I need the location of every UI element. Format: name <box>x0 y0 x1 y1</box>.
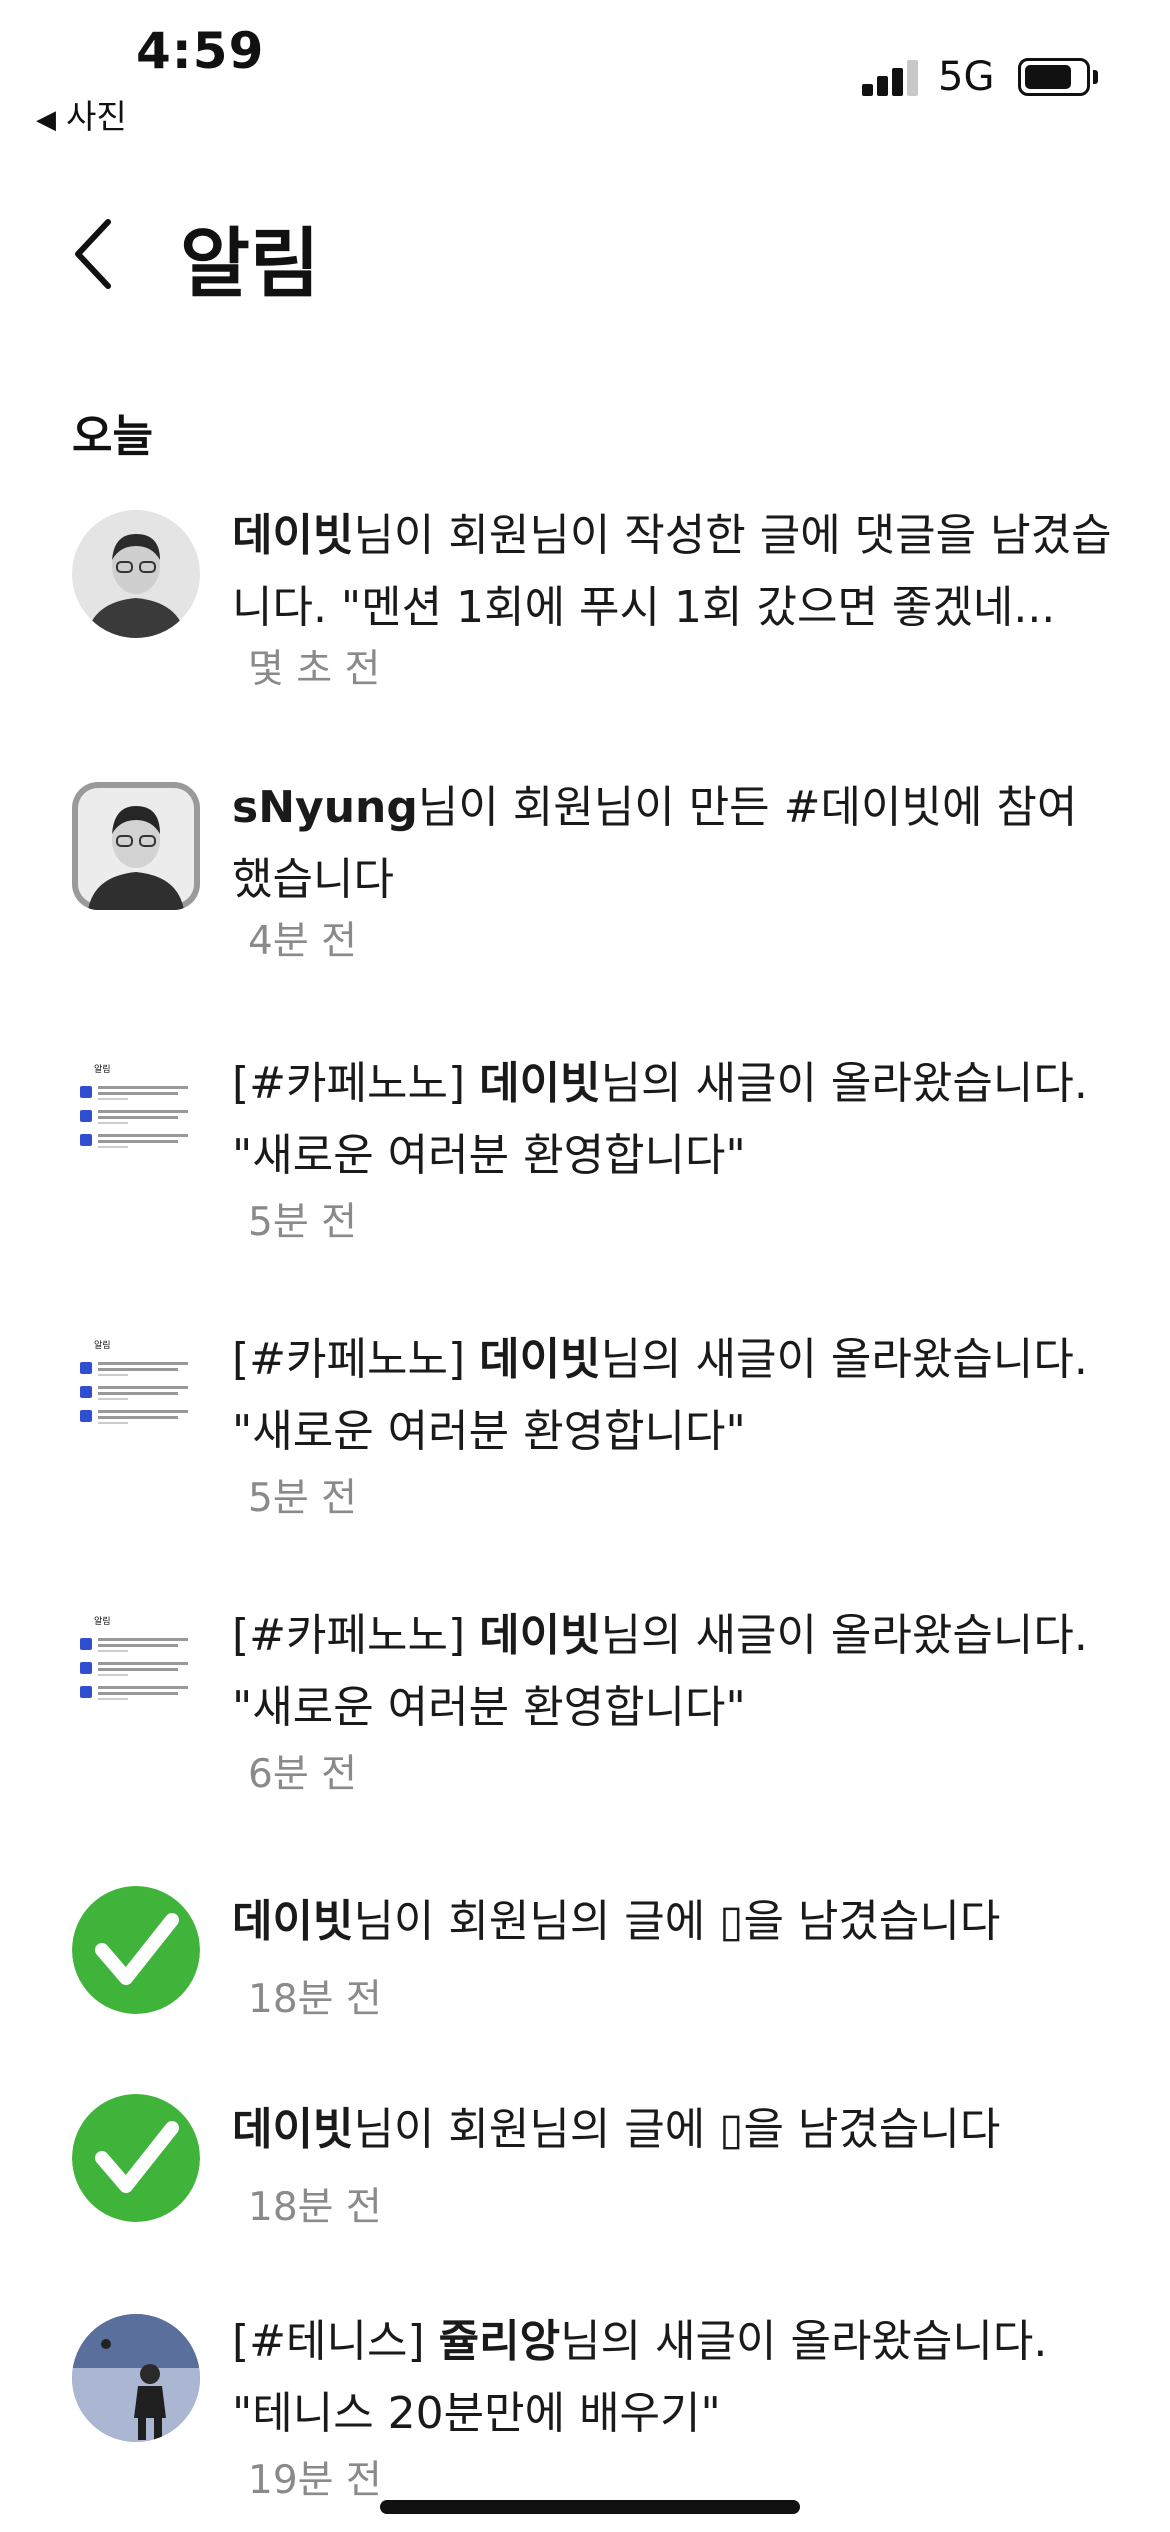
network-type: 5G <box>938 54 995 100</box>
section-label-today: 오늘 <box>72 411 153 462</box>
notification-time: 19분 전 <box>248 2458 382 2503</box>
screenshot-thumbnail: 알림 <box>72 1334 200 1462</box>
notification-time: 5분 전 <box>248 1476 357 1521</box>
screenshot-thumbnail-graphic: 알림 <box>80 1063 188 1148</box>
notification-text: [#카페노노] 데이빗님의 새글이 올라왔습니다. "새로운 여러분 환영합니다… <box>232 1058 1088 1181</box>
page-title: 알림 <box>180 219 320 308</box>
notification-text: [#테니스] 쥴리앙님의 새글이 올라왔습니다. "테니스 20분만에 배우기" <box>232 2316 1048 2439</box>
avatar <box>72 2094 200 2222</box>
screenshot-thumbnail: 알림 <box>72 1610 200 1738</box>
notification-time: 4분 전 <box>248 919 357 964</box>
notification-time: 6분 전 <box>248 1752 357 1797</box>
back-to-app-label: 사진 <box>66 97 127 136</box>
tennis-photo-icon <box>72 2314 200 2442</box>
status-bar: 4:59 ◀ 사진 5G <box>0 0 1170 140</box>
battery-icon <box>1018 58 1090 96</box>
back-button[interactable] <box>66 214 126 294</box>
avatar <box>72 782 200 910</box>
person-avatar-icon <box>72 510 200 638</box>
notification-text: 데이빗님이 회원님의 글에 ▯을 남겼습니다 <box>232 2104 1001 2155</box>
thumbnail-title: 알림 <box>94 1615 111 1627</box>
notification-time: 5분 전 <box>248 1200 357 1245</box>
notification-text: 데이빗님이 회원님의 글에 ▯을 남겼습니다 <box>232 1896 1001 1947</box>
chevron-left-icon <box>75 219 111 289</box>
thumbnail-title: 알림 <box>94 1339 111 1351</box>
check-mark-icon <box>72 1886 200 2014</box>
screenshot-thumbnail-graphic: 알림 <box>80 1615 188 1700</box>
screenshot-thumbnail: 알림 <box>72 1058 200 1186</box>
home-indicator[interactable] <box>380 2500 800 2514</box>
person-avatar-icon <box>72 782 200 910</box>
battery-tip <box>1093 70 1098 84</box>
screenshot-thumbnail-graphic: 알림 <box>80 1339 188 1424</box>
avatar <box>72 2314 200 2442</box>
back-to-app-link[interactable]: ◀ 사진 <box>36 90 127 138</box>
header: 알림 <box>0 180 1170 320</box>
notification-time: 몇 초 전 <box>248 647 381 692</box>
notification-time: 18분 전 <box>248 1977 382 2022</box>
status-time: 4:59 <box>136 22 265 80</box>
avatar <box>72 1886 200 2014</box>
notification-time: 18분 전 <box>248 2185 382 2230</box>
notification-text: sNyung님이 회원님이 만든 #데이빗에 참여했습니다 <box>232 782 1078 905</box>
thumbnail-title: 알림 <box>94 1063 111 1075</box>
notification-text: [#카페노노] 데이빗님의 새글이 올라왔습니다. "새로운 여러분 환영합니다… <box>232 1610 1088 1733</box>
notification-text: [#카페노노] 데이빗님의 새글이 올라왔습니다. "새로운 여러분 환영합니다… <box>232 1334 1088 1457</box>
back-triangle-icon: ◀ <box>36 105 56 135</box>
notification-text: 데이빗님이 회원님이 작성한 글에 댓글을 남겼습니다. "멘션 1회에 푸시 … <box>232 510 1112 633</box>
avatar <box>72 510 200 638</box>
check-mark-icon <box>72 2094 200 2222</box>
cellular-signal-icon <box>862 58 922 96</box>
